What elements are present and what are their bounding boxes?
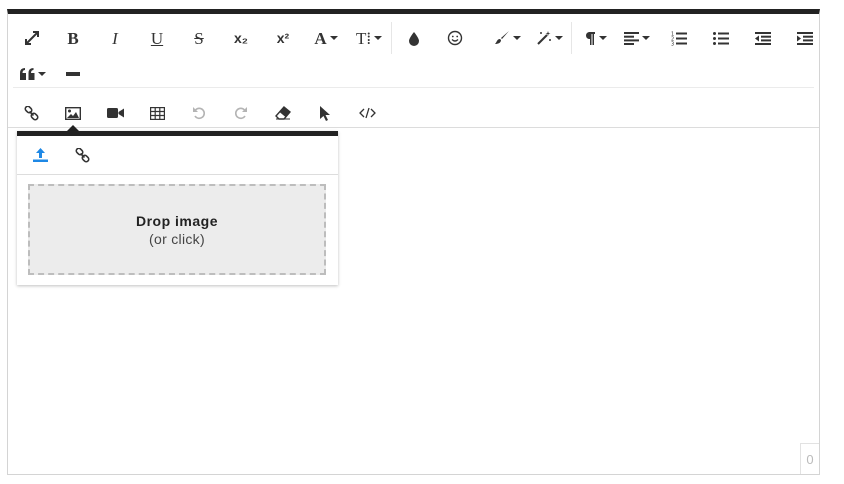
svg-text:3: 3 <box>671 41 674 46</box>
image-icon <box>65 106 81 120</box>
character-counter: 0 <box>800 443 819 474</box>
pilcrow-icon <box>585 31 595 45</box>
quote-icon <box>20 68 35 80</box>
unordered-list-button[interactable] <box>701 20 741 56</box>
upload-icon <box>32 148 48 162</box>
font-family-dropdown[interactable]: A <box>305 20 347 56</box>
outdent-button[interactable] <box>743 20 783 56</box>
clear-formatting-button[interactable] <box>263 95 303 131</box>
select-all-button[interactable] <box>305 95 345 131</box>
link-icon <box>74 147 90 163</box>
eraser-icon <box>275 106 291 120</box>
font-size-dropdown[interactable]: T⁞ <box>348 20 390 56</box>
text-color-button[interactable] <box>394 20 434 56</box>
paragraph-format-dropdown[interactable] <box>574 20 616 56</box>
drop-zone-title: Drop image <box>135 212 218 229</box>
cursor-pointer-icon <box>320 106 330 121</box>
horizontal-line-icon <box>66 72 80 76</box>
toolbar-separator <box>571 22 572 54</box>
editor-toolbar: B I U S x₂ x² A T⁞ 12 3 <box>8 14 819 128</box>
code-view-button[interactable] <box>347 95 387 131</box>
chevron-down-icon <box>642 36 650 40</box>
bold-icon: B <box>67 28 79 48</box>
emoticons-button[interactable] <box>435 20 475 56</box>
font-family-icon: A <box>314 28 327 48</box>
drop-zone-subtitle: (or click) <box>149 230 205 247</box>
toolbar-separator <box>391 22 392 54</box>
insert-link-button[interactable] <box>11 95 51 131</box>
ordered-list-icon: 123 <box>671 31 687 46</box>
redo-icon <box>234 107 247 120</box>
insert-video-button[interactable] <box>95 95 135 131</box>
insert-image-popup: Drop image (or click) <box>17 131 338 285</box>
magic-wand-icon <box>536 31 551 45</box>
tab-image-by-url[interactable] <box>62 138 102 172</box>
align-dropdown[interactable] <box>616 20 658 56</box>
indent-button[interactable] <box>785 20 825 56</box>
underline-button[interactable]: U <box>137 20 177 56</box>
redo-button[interactable] <box>221 95 261 131</box>
undo-button[interactable] <box>179 95 219 131</box>
bold-button[interactable]: B <box>53 20 93 56</box>
superscript-button[interactable]: x² <box>263 20 303 56</box>
tab-upload-image[interactable] <box>20 138 60 172</box>
superscript-icon: x² <box>276 30 290 46</box>
smiley-icon <box>447 30 463 46</box>
indent-icon <box>797 31 813 45</box>
code-icon <box>358 107 376 119</box>
chevron-down-icon <box>512 36 521 40</box>
italic-icon: I <box>112 28 118 48</box>
expand-icon <box>25 31 39 45</box>
subscript-icon: x₂ <box>233 30 248 46</box>
subscript-button[interactable]: x₂ <box>221 20 261 56</box>
strikethrough-button[interactable]: S <box>179 20 219 56</box>
outdent-icon <box>755 31 771 45</box>
underline-icon: U <box>150 28 164 48</box>
chevron-down-icon <box>554 36 563 40</box>
table-icon <box>149 106 165 120</box>
link-icon <box>23 105 39 121</box>
paragraph-style-dropdown[interactable] <box>486 20 528 56</box>
strikethrough-icon: S <box>194 28 204 48</box>
video-camera-icon <box>106 108 124 118</box>
align-left-icon <box>624 31 639 45</box>
font-size-icon: T⁞ <box>355 28 372 48</box>
undo-icon <box>193 107 206 120</box>
image-popup-tabs <box>17 136 338 175</box>
chevron-down-icon <box>329 36 338 40</box>
toolbar-divider <box>13 87 814 88</box>
paintbrush-icon <box>494 31 509 44</box>
chevron-down-icon <box>598 36 607 40</box>
fullscreen-button[interactable] <box>12 20 52 56</box>
droplet-icon <box>409 31 419 46</box>
chevron-down-icon <box>374 36 383 40</box>
bulleted-list-icon <box>713 31 729 45</box>
image-drop-zone[interactable]: Drop image (or click) <box>28 184 326 275</box>
ordered-list-button[interactable]: 123 <box>659 20 699 56</box>
italic-button[interactable]: I <box>95 20 135 56</box>
chevron-down-icon <box>38 72 46 76</box>
insert-table-button[interactable] <box>137 95 177 131</box>
inline-style-dropdown[interactable] <box>528 20 570 56</box>
